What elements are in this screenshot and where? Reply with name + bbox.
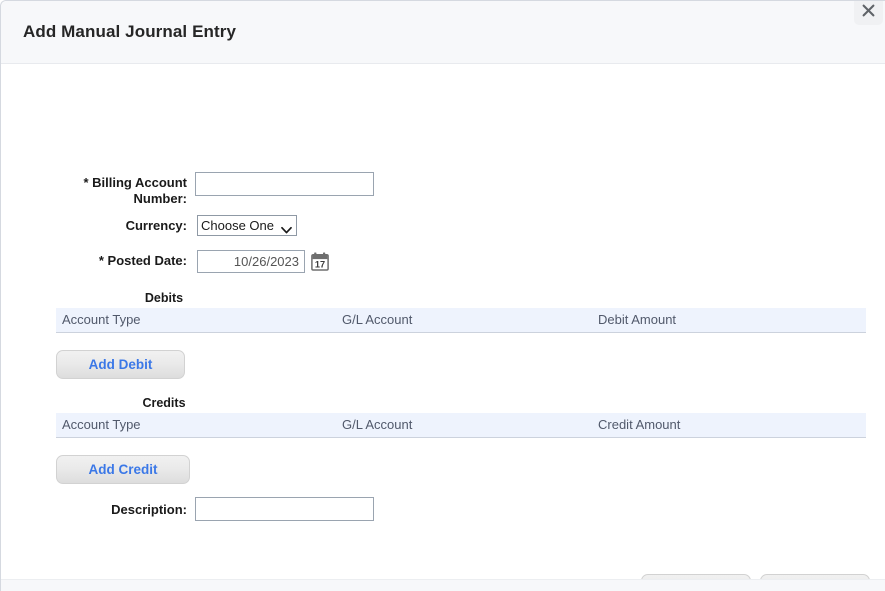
- currency-selected-value: Choose One: [201, 218, 274, 233]
- debits-grid-header: Account Type G/L Account Debit Amount: [56, 308, 866, 333]
- currency-select[interactable]: Choose One: [197, 215, 297, 236]
- dialog-title: Add Manual Journal Entry: [23, 22, 237, 41]
- required-marker-billing: *: [83, 175, 89, 190]
- currency-label: Currency:: [125, 218, 187, 233]
- credits-section-title: Credits: [142, 396, 186, 410]
- billing-account-number-label: * Billing Account Number:: [41, 175, 187, 207]
- debits-section-title: Debits: [144, 291, 184, 305]
- description-label: Description:: [111, 502, 187, 517]
- billing-account-number-label-text: Billing Account Number:: [92, 175, 187, 206]
- credits-column-account-type: Account Type: [62, 417, 141, 432]
- add-debit-button[interactable]: Add Debit: [56, 350, 185, 379]
- posted-date-label-text: Posted Date:: [107, 253, 187, 268]
- required-marker-posted-date: *: [98, 253, 104, 268]
- debits-column-account-type: Account Type: [62, 312, 141, 327]
- posted-date-label: * Posted Date:: [41, 253, 187, 269]
- posted-date-input[interactable]: [197, 250, 305, 273]
- chevron-down-icon: [281, 221, 292, 235]
- description-input[interactable]: [195, 497, 374, 521]
- credits-column-gl-account: G/L Account: [342, 417, 413, 432]
- dialog-footer-strip: [1, 579, 885, 591]
- add-manual-journal-entry-dialog: Add Manual Journal Entry * Billing Accou…: [0, 0, 885, 591]
- svg-text:17: 17: [315, 259, 325, 269]
- debits-column-gl-account: G/L Account: [342, 312, 413, 327]
- debits-column-debit-amount: Debit Amount: [598, 312, 677, 327]
- close-button[interactable]: [854, 1, 883, 25]
- billing-account-number-input[interactable]: [195, 172, 374, 196]
- credits-column-credit-amount: Credit Amount: [598, 417, 681, 432]
- dialog-body: * Billing Account Number: Currency: Choo…: [1, 64, 885, 591]
- add-credit-button[interactable]: Add Credit: [56, 455, 190, 484]
- credits-grid-header: Account Type G/L Account Credit Amount: [56, 413, 866, 438]
- dialog-header: Add Manual Journal Entry: [1, 1, 885, 64]
- calendar-icon[interactable]: 17: [311, 252, 329, 271]
